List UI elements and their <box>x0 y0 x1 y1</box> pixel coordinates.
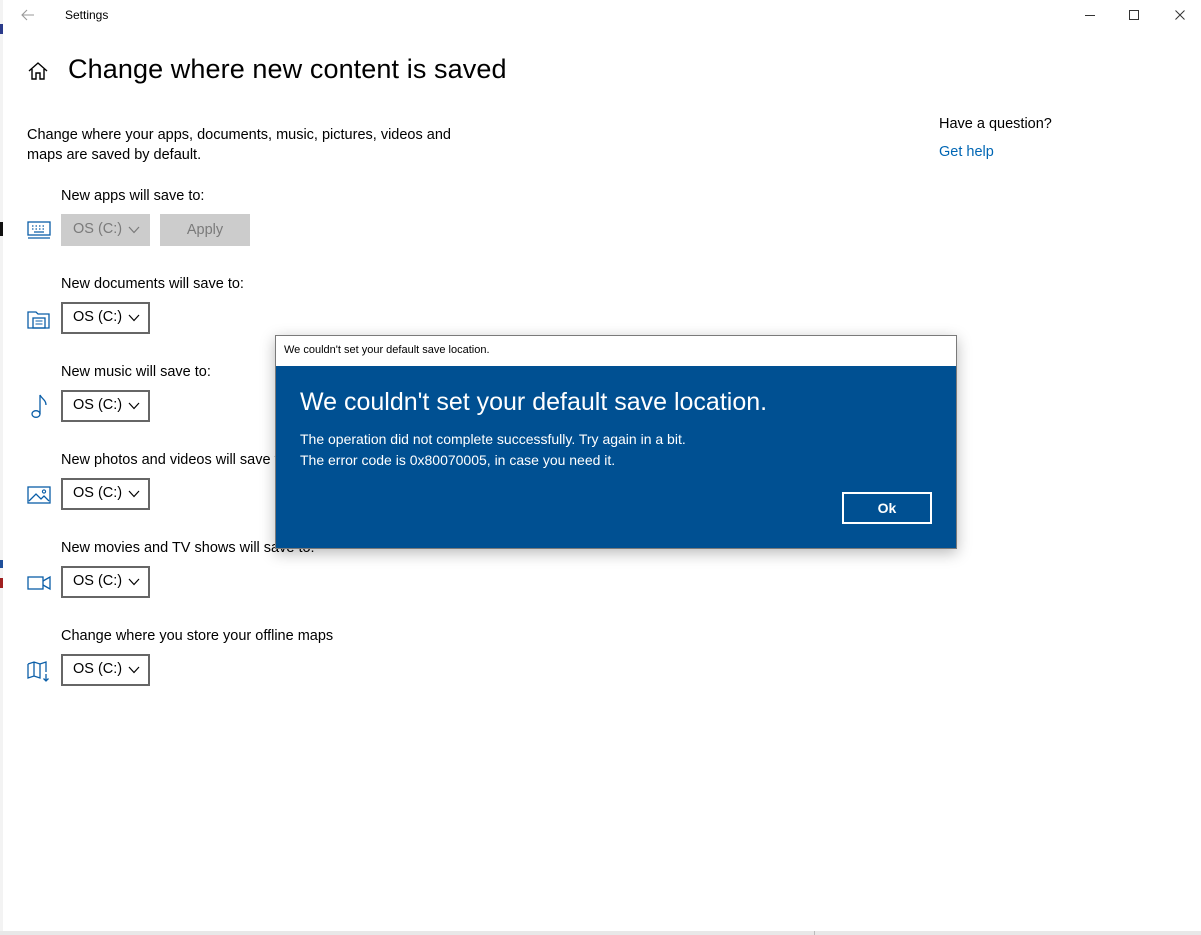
bottom-edge <box>0 931 1201 935</box>
setting-label: New apps will save to: <box>61 188 205 204</box>
picture-icon <box>27 486 51 504</box>
select-value: OS (C:) <box>73 309 123 325</box>
maximize-icon <box>1129 10 1139 20</box>
help-question: Have a question? <box>939 116 1052 132</box>
minimize-icon <box>1085 15 1095 16</box>
setting-label: New music will save to: <box>61 364 211 380</box>
bottom-separator <box>814 931 815 935</box>
music-note-icon <box>31 394 47 418</box>
map-download-icon <box>27 661 49 682</box>
document-folder-icon <box>27 311 50 329</box>
new-movies-location-select[interactable]: OS (C:) <box>61 566 150 598</box>
page-title: Change where new content is saved <box>68 54 507 84</box>
keyboard-icon <box>27 221 51 239</box>
new-apps-location-select: OS (C:) <box>61 214 150 246</box>
home-icon[interactable] <box>27 60 49 82</box>
offline-maps-location-select[interactable]: OS (C:) <box>61 654 150 686</box>
page-description: Change where your apps, documents, music… <box>27 127 451 163</box>
select-value: OS (C:) <box>73 661 123 677</box>
setting-label: New photos and videos will save to: <box>61 452 291 468</box>
close-icon <box>1175 10 1185 20</box>
dialog-message: The operation did not complete successfu… <box>300 431 686 447</box>
arrow-left-icon <box>21 9 34 21</box>
chevron-down-icon <box>128 402 140 410</box>
back-button[interactable] <box>13 3 43 27</box>
setting-label: Change where you store your offline maps <box>61 628 334 644</box>
new-documents-location-select[interactable]: OS (C:) <box>61 302 150 334</box>
window-title: Settings <box>65 8 109 22</box>
chevron-down-icon <box>128 314 140 322</box>
ok-button[interactable]: Ok <box>842 492 932 524</box>
chevron-down-icon <box>128 490 140 498</box>
setting-label: New documents will save to: <box>61 276 244 292</box>
select-value: OS (C:) <box>73 485 123 501</box>
select-value: OS (C:) <box>73 221 123 237</box>
error-dialog: We couldn't set your default save locati… <box>275 335 957 549</box>
dialog-title-bar: We couldn't set your default save locati… <box>276 336 956 366</box>
minimize-button[interactable] <box>1067 0 1113 30</box>
video-camera-icon <box>27 575 51 591</box>
apply-button: Apply <box>160 214 250 246</box>
select-value: OS (C:) <box>73 397 123 413</box>
dialog-error-code: The error code is 0x80070005, in case yo… <box>300 452 616 468</box>
select-value: OS (C:) <box>73 573 123 589</box>
new-photos-location-select[interactable]: OS (C:) <box>61 478 150 510</box>
new-music-location-select[interactable]: OS (C:) <box>61 390 150 422</box>
close-button[interactable] <box>1157 0 1201 30</box>
chevron-down-icon <box>128 666 140 674</box>
chevron-down-icon <box>128 226 140 234</box>
dialog-heading: We couldn't set your default save locati… <box>300 388 768 416</box>
get-help-link[interactable]: Get help <box>939 144 994 160</box>
title-bar: Settings <box>3 0 1201 30</box>
chevron-down-icon <box>128 578 140 586</box>
maximize-button[interactable] <box>1111 0 1157 30</box>
